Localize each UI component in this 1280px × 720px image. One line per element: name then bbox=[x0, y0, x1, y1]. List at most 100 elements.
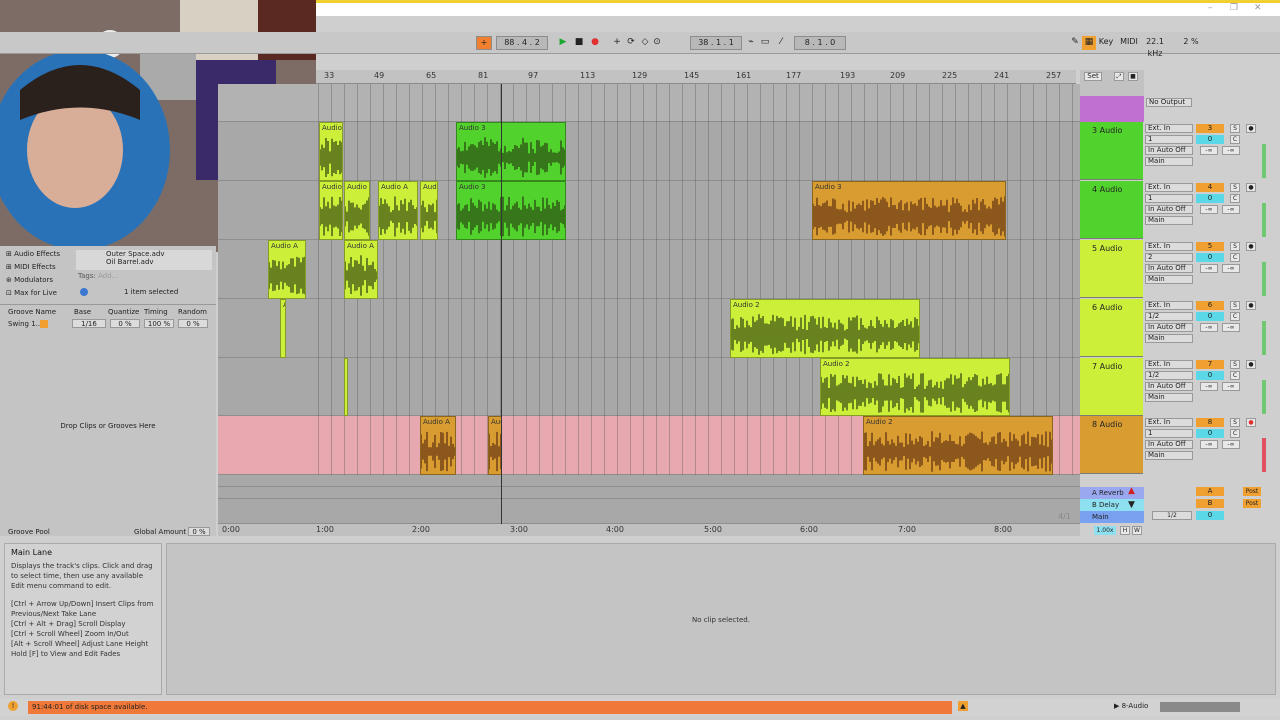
key-button[interactable]: Key bbox=[1096, 36, 1116, 50]
no-output-select[interactable]: No Output bbox=[1146, 98, 1192, 107]
input-type-select[interactable]: Ext. In bbox=[1145, 242, 1193, 251]
solo-button[interactable]: S bbox=[1230, 418, 1240, 427]
browser-item-max-for-live[interactable]: ⊡ Max for Live bbox=[6, 289, 76, 302]
input-type-select[interactable]: Ext. In bbox=[1145, 418, 1193, 427]
audio-clip[interactable]: Audio A bbox=[344, 240, 378, 299]
pencil-icon[interactable]: ✎ bbox=[1068, 36, 1082, 50]
audio-clip[interactable]: Audio 3 bbox=[456, 122, 566, 181]
zoom-button[interactable]: 1.00x bbox=[1094, 526, 1116, 535]
stop-icon[interactable]: ■ bbox=[572, 36, 586, 50]
solo-button[interactable]: S bbox=[1230, 301, 1240, 310]
audio-clip[interactable]: Audio A bbox=[420, 416, 456, 475]
audio-clip[interactable]: Audio 3 bbox=[812, 181, 1006, 240]
send-a-value[interactable]: -∞ bbox=[1200, 146, 1218, 155]
w-button[interactable]: W bbox=[1132, 526, 1142, 535]
track-lane-6[interactable] bbox=[218, 299, 1080, 358]
input-channel-select[interactable]: 1 bbox=[1145, 194, 1193, 203]
audio-clip[interactable]: Audio A bbox=[319, 122, 343, 181]
h-button[interactable]: H bbox=[1120, 526, 1130, 535]
minimize-icon[interactable]: – bbox=[1208, 3, 1213, 13]
loop-length-display[interactable]: 8 . 1 . 0 bbox=[794, 36, 846, 50]
monitor-select[interactable]: In Auto Off bbox=[1145, 264, 1193, 273]
volume-value[interactable]: 0 bbox=[1196, 253, 1224, 262]
beat-ruler[interactable]: 33 49 65 81 97 113 129 145 161 177 193 209 225 241 257 bbox=[316, 70, 1076, 84]
file-item[interactable]: Oil Barrel.adv bbox=[76, 258, 212, 266]
master-position[interactable]: 1/2 bbox=[1152, 511, 1192, 520]
output-select[interactable]: Main bbox=[1145, 451, 1193, 460]
track-header[interactable]: 4 Audio bbox=[1080, 181, 1143, 239]
output-select[interactable]: Main bbox=[1145, 157, 1193, 166]
close-icon[interactable]: ✕ bbox=[1254, 3, 1262, 13]
send-b-value[interactable]: -∞ bbox=[1222, 205, 1240, 214]
pan-value[interactable]: C bbox=[1230, 135, 1240, 144]
track-activator[interactable]: 3 bbox=[1196, 124, 1224, 133]
main-lane[interactable] bbox=[218, 499, 1080, 524]
audio-clip[interactable]: Audio A bbox=[268, 240, 306, 299]
post-button-b[interactable]: Post bbox=[1243, 499, 1261, 508]
return-a-button[interactable]: A bbox=[1196, 487, 1224, 496]
return-b-button[interactable]: B bbox=[1196, 499, 1224, 508]
volume-value[interactable]: 0 bbox=[1196, 429, 1224, 438]
clip-detail-view[interactable]: No clip selected. bbox=[166, 543, 1276, 695]
groove-timing[interactable]: 100 % bbox=[144, 319, 174, 328]
pan-value[interactable]: C bbox=[1230, 194, 1240, 203]
arm-icon[interactable]: ● bbox=[1246, 301, 1256, 310]
arm-icon[interactable]: ● bbox=[1246, 183, 1256, 192]
post-button-a[interactable]: Post bbox=[1243, 487, 1261, 496]
groove-edit-icon[interactable] bbox=[40, 320, 48, 328]
send-b-value[interactable]: -∞ bbox=[1222, 323, 1240, 332]
arm-icon[interactable]: ● bbox=[1246, 418, 1256, 427]
audio-clip[interactable]: Audio A bbox=[344, 181, 370, 240]
volume-value[interactable]: 0 bbox=[1196, 194, 1224, 203]
record-icon[interactable]: ● bbox=[588, 36, 602, 50]
arm-icon[interactable]: ● bbox=[1246, 242, 1256, 251]
pan-value[interactable]: C bbox=[1230, 253, 1240, 262]
tap-tempo-button[interactable]: + bbox=[476, 36, 492, 50]
input-channel-select[interactable]: 2 bbox=[1145, 253, 1193, 262]
global-amount-value[interactable]: 0 % bbox=[188, 527, 210, 536]
track-activator[interactable]: 5 bbox=[1196, 242, 1224, 251]
send-a-value[interactable]: -∞ bbox=[1200, 205, 1218, 214]
restore-icon[interactable]: ❐ bbox=[1230, 3, 1238, 13]
send-b-value[interactable]: -∞ bbox=[1222, 146, 1240, 155]
send-a-value[interactable]: -∞ bbox=[1200, 382, 1218, 391]
input-type-select[interactable]: Ext. In bbox=[1145, 124, 1193, 133]
output-select[interactable]: Main bbox=[1145, 393, 1193, 402]
browser-item-modulators[interactable]: ⊛ Modulators bbox=[6, 276, 76, 289]
output-select[interactable]: Main bbox=[1145, 216, 1193, 225]
monitor-select[interactable]: In Auto Off bbox=[1145, 323, 1193, 332]
input-channel-select[interactable]: 1 bbox=[1145, 429, 1193, 438]
monitor-select[interactable]: In Auto Off bbox=[1145, 382, 1193, 391]
main-volume[interactable]: 0 bbox=[1196, 511, 1224, 520]
track-header[interactable]: 8 Audio bbox=[1080, 416, 1143, 474]
arm-icon[interactable]: ● bbox=[1246, 124, 1256, 133]
status-overview[interactable] bbox=[1160, 702, 1240, 712]
loop-toggle-icon[interactable]: ▭ bbox=[758, 36, 772, 50]
audio-clip[interactable]: Audio A bbox=[344, 358, 348, 416]
input-type-select[interactable]: Ext. In bbox=[1145, 360, 1193, 369]
input-channel-select[interactable]: 1/2 bbox=[1145, 371, 1193, 380]
groove-quantize[interactable]: 0 % bbox=[110, 319, 140, 328]
alert-icon[interactable]: ▲ bbox=[958, 701, 968, 711]
browser-item-audio-effects[interactable]: ⊞ Audio Effects bbox=[6, 250, 76, 263]
position-display[interactable]: 38 . 1 . 1 bbox=[690, 36, 742, 50]
draw-icon[interactable]: ⁄ bbox=[774, 36, 788, 50]
audio-clip[interactable]: Audio 2 bbox=[820, 358, 1010, 416]
track-activator[interactable]: 7 bbox=[1196, 360, 1224, 369]
input-type-select[interactable]: Ext. In bbox=[1145, 183, 1193, 192]
tags-add[interactable]: Add... bbox=[98, 272, 118, 280]
track-header[interactable]: 3 Audio bbox=[1080, 122, 1143, 180]
send-b-value[interactable]: -∞ bbox=[1222, 440, 1240, 449]
output-select[interactable]: Main bbox=[1145, 275, 1193, 284]
file-item[interactable]: Outer Space.adv bbox=[76, 250, 212, 258]
volume-value[interactable]: 0 bbox=[1196, 312, 1224, 321]
solo-button[interactable]: S bbox=[1230, 242, 1240, 251]
monitor-select[interactable]: In Auto Off bbox=[1145, 146, 1193, 155]
groove-drop-zone[interactable]: Drop Clips or Grooves Here bbox=[0, 422, 216, 430]
automation-icon[interactable]: ⌁ bbox=[744, 36, 758, 50]
midi-button[interactable]: MIDI bbox=[1120, 36, 1138, 50]
track-header[interactable]: 5 Audio bbox=[1080, 240, 1143, 298]
send-a-value[interactable]: -∞ bbox=[1200, 264, 1218, 273]
monitor-select[interactable]: In Auto Off bbox=[1145, 205, 1193, 214]
audio-clip[interactable]: Audio 2 bbox=[730, 299, 920, 358]
